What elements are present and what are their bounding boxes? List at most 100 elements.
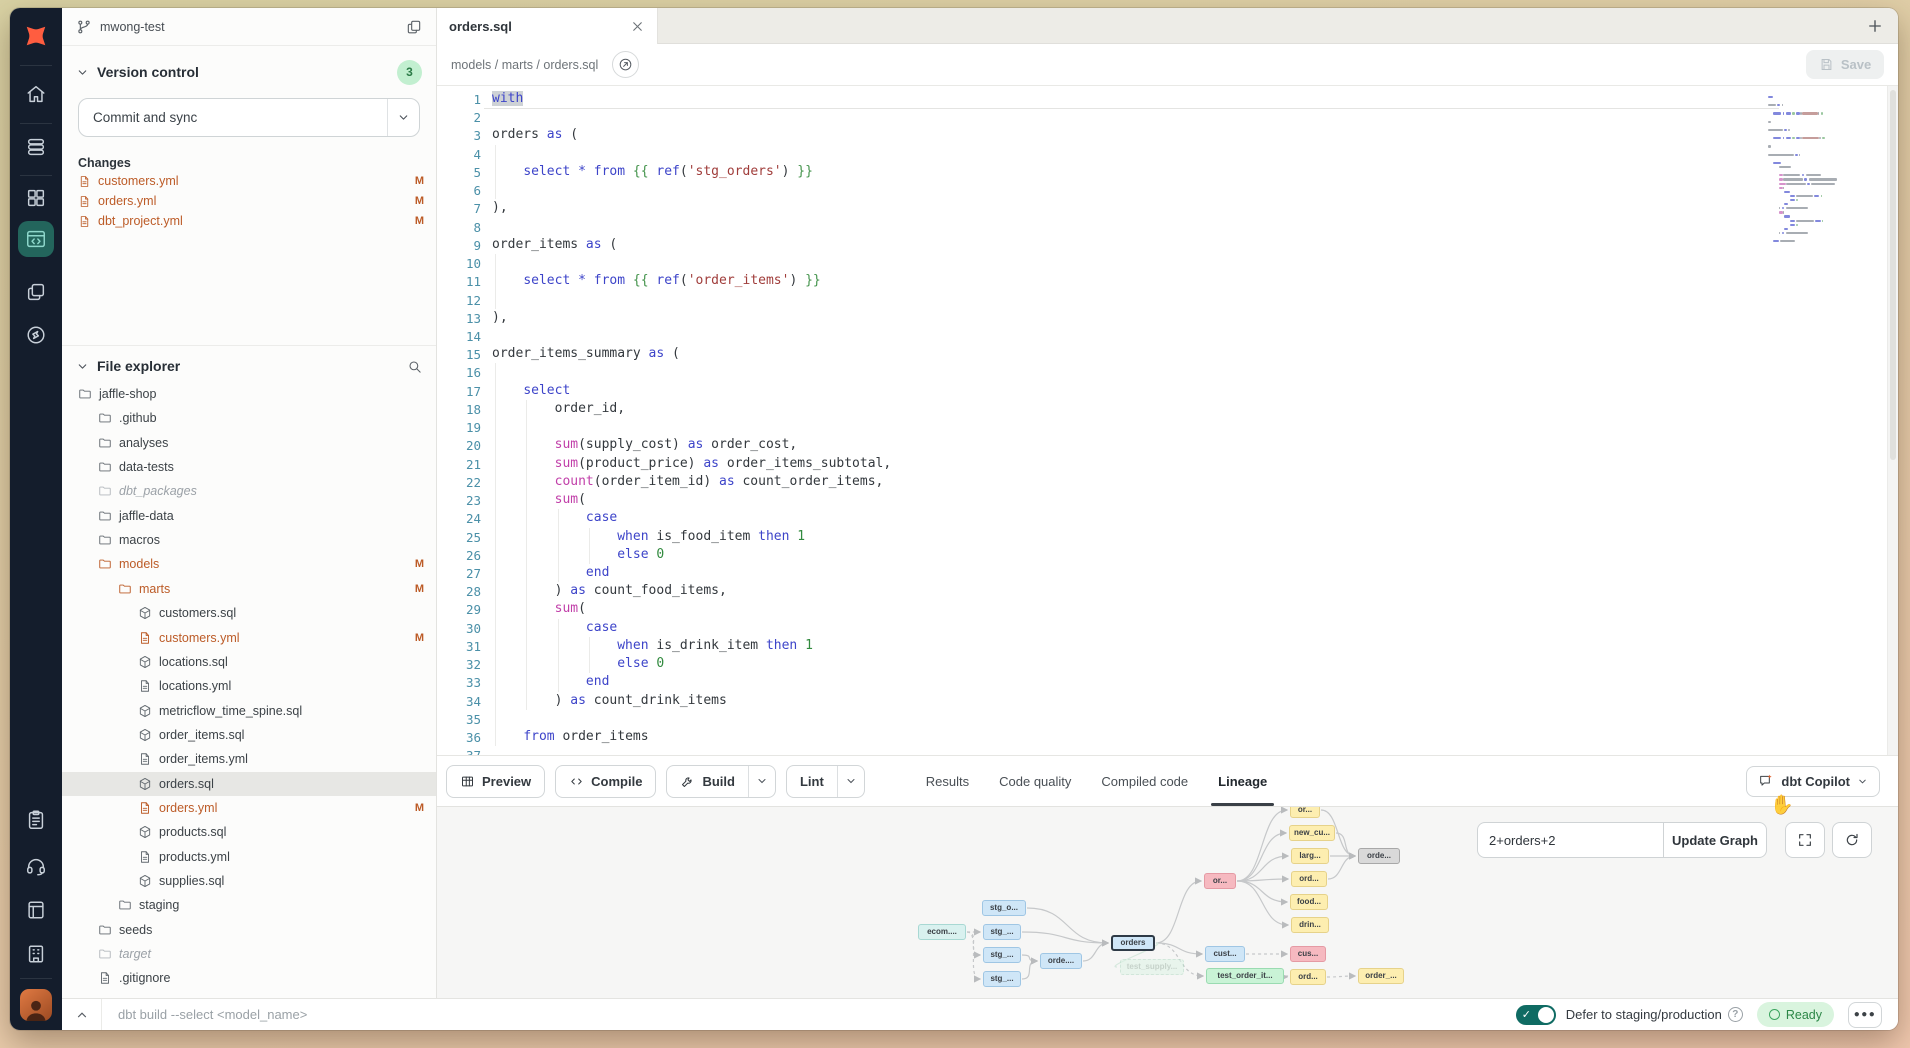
tree-item-customers.yml[interactable]: customers.ymlM bbox=[62, 626, 436, 650]
line-number: 33 bbox=[447, 675, 481, 690]
refresh-icon[interactable] bbox=[1832, 822, 1872, 858]
changed-file-customers.yml[interactable]: customers.yml M bbox=[78, 171, 424, 191]
rail-item-docs[interactable] bbox=[10, 893, 62, 927]
lineage-node-t_ord[interactable]: test_order_it... bbox=[1206, 968, 1284, 984]
tree-item-.gitignore[interactable]: .gitignore bbox=[62, 966, 436, 990]
new-tab-icon[interactable] bbox=[1866, 17, 1884, 35]
lineage-node-orders[interactable]: orders bbox=[1111, 935, 1155, 951]
lineage-node-y2[interactable]: new_cu... bbox=[1289, 825, 1335, 841]
more-options-button[interactable]: ●●● bbox=[1848, 1002, 1882, 1028]
tree-item-dbt_packages[interactable]: dbt_packages bbox=[62, 479, 436, 503]
code-editor[interactable]: 1234567891011121314151617181920212223242… bbox=[437, 86, 1898, 755]
tree-item-staging[interactable]: staging bbox=[62, 893, 436, 917]
rail-item-organization[interactable] bbox=[10, 937, 62, 971]
tab-orders-sql[interactable]: orders.sql bbox=[437, 8, 658, 44]
tree-item-.github[interactable]: .github bbox=[62, 406, 436, 430]
lineage-node-cust[interactable]: cust... bbox=[1205, 946, 1245, 962]
tree-item-target[interactable]: target bbox=[62, 942, 436, 966]
tree-item-marts[interactable]: martsM bbox=[62, 577, 436, 601]
lint-options-chevron[interactable] bbox=[837, 766, 864, 797]
tree-item-supplies.sql[interactable]: supplies.sql bbox=[62, 869, 436, 893]
tree-item-macros[interactable]: macros bbox=[62, 528, 436, 552]
tree-item-products.sql[interactable]: products.sql bbox=[62, 820, 436, 844]
user-avatar[interactable] bbox=[20, 989, 52, 1021]
copy-icon[interactable] bbox=[406, 19, 422, 35]
rail-item-changelog[interactable] bbox=[10, 803, 62, 837]
lineage-node-stg_top[interactable]: stg_o... bbox=[982, 900, 1026, 916]
preview-button[interactable]: Preview bbox=[446, 765, 545, 798]
tree-item-locations.sql[interactable]: locations.sql bbox=[62, 650, 436, 674]
branch-name[interactable]: mwong-test bbox=[100, 20, 165, 34]
commit-options-chevron[interactable] bbox=[387, 99, 419, 136]
tree-item-jaffle-data[interactable]: jaffle-data bbox=[62, 504, 436, 528]
lineage-node-y1[interactable]: or... bbox=[1290, 806, 1320, 818]
lineage-node-src_ecom[interactable]: ecom.... bbox=[918, 924, 966, 940]
editor-scrollbar[interactable] bbox=[1887, 86, 1898, 755]
lineage-node-gray[interactable]: orde... bbox=[1358, 848, 1400, 864]
fullscreen-icon[interactable] bbox=[1785, 822, 1825, 858]
build-button[interactable]: Build bbox=[666, 765, 776, 798]
rail-item-ide[interactable] bbox=[10, 222, 62, 256]
commit-and-sync-button[interactable]: Commit and sync bbox=[78, 98, 420, 137]
tab-lineage[interactable]: Lineage bbox=[1203, 756, 1282, 806]
tree-item-locations.yml[interactable]: locations.yml bbox=[62, 674, 436, 698]
lineage-node-stg_a[interactable]: stg_... bbox=[983, 924, 1021, 940]
help-icon[interactable]: ? bbox=[1728, 1007, 1743, 1022]
changed-file-dbt_project.yml[interactable]: dbt_project.yml M bbox=[78, 211, 424, 231]
open-in-explorer-icon[interactable] bbox=[612, 51, 639, 78]
rail-item-projects[interactable] bbox=[10, 275, 62, 309]
rail-item-apps[interactable] bbox=[10, 181, 62, 215]
tab-results[interactable]: Results bbox=[911, 756, 984, 806]
lineage-node-y8[interactable]: order_... bbox=[1358, 968, 1404, 984]
compile-button[interactable]: Compile bbox=[555, 765, 656, 798]
model-icon bbox=[138, 825, 152, 839]
rail-item-home[interactable] bbox=[10, 77, 62, 111]
tree-item-orders.sql[interactable]: orders.sql bbox=[62, 772, 436, 796]
tree-item-order_items.sql[interactable]: order_items.sql bbox=[62, 723, 436, 747]
lineage-node-y6[interactable]: drin... bbox=[1291, 917, 1329, 933]
changed-file-orders.yml[interactable]: orders.yml M bbox=[78, 191, 424, 211]
dbt-command-input[interactable] bbox=[102, 999, 1516, 1030]
chevron-up-icon[interactable] bbox=[62, 999, 102, 1030]
tree-item-data-tests[interactable]: data-tests bbox=[62, 455, 436, 479]
lineage-node-stg_b[interactable]: stg_... bbox=[983, 947, 1021, 963]
lineage-node-y5[interactable]: food... bbox=[1290, 894, 1328, 910]
line-number: 22 bbox=[447, 475, 481, 490]
tree-item-orders.yml[interactable]: orders.ymlM bbox=[62, 796, 436, 820]
lineage-panel[interactable]: ecom....stg_o...stg_...stg_...stg_...ord… bbox=[437, 806, 1898, 998]
dbt-logo-icon[interactable] bbox=[10, 16, 62, 56]
save-button[interactable]: Save bbox=[1806, 50, 1884, 79]
rail-item-support[interactable] bbox=[10, 849, 62, 883]
tab-compiled-code[interactable]: Compiled code bbox=[1086, 756, 1203, 806]
tree-item-metricflow_time_spine.sql[interactable]: metricflow_time_spine.sql bbox=[62, 699, 436, 723]
update-graph-button[interactable]: Update Graph bbox=[1663, 822, 1767, 858]
lineage-node-p2[interactable]: cus... bbox=[1290, 946, 1326, 962]
tree-item-order_items.yml[interactable]: order_items.yml bbox=[62, 747, 436, 771]
rail-item-environments[interactable] bbox=[10, 130, 62, 164]
lineage-node-y3[interactable]: larg... bbox=[1291, 848, 1329, 864]
lint-button[interactable]: Lint bbox=[786, 765, 865, 798]
lineage-node-y7[interactable]: ord... bbox=[1290, 969, 1326, 985]
defer-toggle[interactable]: ✓ bbox=[1516, 1005, 1556, 1025]
version-control-header[interactable]: Version control 3 bbox=[62, 58, 436, 86]
search-icon[interactable] bbox=[407, 359, 422, 374]
tree-item-seeds[interactable]: seeds bbox=[62, 918, 436, 942]
lineage-node-stg_c[interactable]: stg_... bbox=[983, 971, 1021, 987]
dbt-copilot-button[interactable]: dbt Copilot bbox=[1746, 766, 1880, 797]
tree-item-models[interactable]: modelsM bbox=[62, 552, 436, 576]
editor-minimap[interactable] bbox=[1768, 96, 1858, 266]
tree-item-jaffle-shop[interactable]: jaffle-shop bbox=[62, 382, 436, 406]
close-icon[interactable] bbox=[630, 19, 645, 34]
lineage-node-ord_stg[interactable]: orde.... bbox=[1040, 953, 1082, 969]
tree-item-analyses[interactable]: analyses bbox=[62, 431, 436, 455]
rail-item-explore[interactable] bbox=[10, 318, 62, 352]
lineage-node-ghost[interactable]: test_supply... bbox=[1120, 959, 1184, 975]
tree-item-customers.sql[interactable]: customers.sql bbox=[62, 601, 436, 625]
tree-item-products.yml[interactable]: products.yml bbox=[62, 845, 436, 869]
tab-code-quality[interactable]: Code quality bbox=[984, 756, 1086, 806]
file-explorer-header[interactable]: File explorer bbox=[62, 352, 436, 380]
build-options-chevron[interactable] bbox=[748, 766, 775, 797]
lineage-node-y4[interactable]: ord... bbox=[1291, 871, 1327, 887]
lineage-selector-input[interactable] bbox=[1477, 822, 1663, 858]
lineage-node-or_p[interactable]: or... bbox=[1204, 873, 1236, 889]
